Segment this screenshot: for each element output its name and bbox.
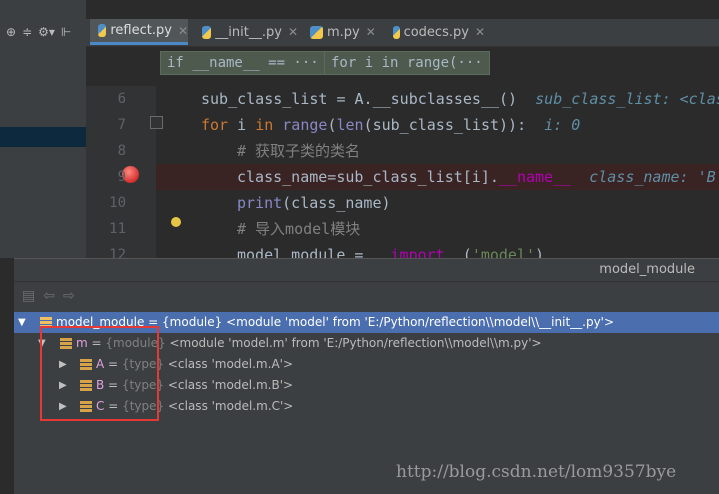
tab-m-py[interactable]: m.py ✕ bbox=[302, 19, 382, 45]
variable-value: <module 'model' from 'E:/Python/reflecti… bbox=[222, 315, 615, 329]
debugger-toolbar: ▤ ⇦ ⇨ bbox=[14, 283, 75, 309]
line-number: 11 bbox=[109, 221, 126, 237]
breadcrumb-if-main[interactable]: if __name__ == ··· bbox=[160, 51, 326, 75]
back-arrow-icon[interactable]: ⇦ bbox=[43, 288, 55, 304]
tab-init-py[interactable]: __init__.py ✕ bbox=[194, 19, 298, 45]
code-line: 8 # 获取子类的类名 bbox=[86, 138, 719, 164]
code-text: for i in range(len(sub_class_list)): i: … bbox=[201, 112, 580, 138]
collapse-icon[interactable]: ⊩ bbox=[61, 25, 71, 39]
inline-value-hint: class_name: 'B' bbox=[589, 168, 719, 186]
code-statement: (class_name) bbox=[282, 194, 391, 212]
project-tree-selected-row[interactable] bbox=[0, 127, 86, 147]
code-line: 11 # 导入model模块 bbox=[86, 216, 719, 242]
variable-value: <module 'model.m' from 'E:/Python/reflec… bbox=[165, 336, 542, 350]
builtin-function: range bbox=[282, 116, 328, 134]
frames-icon[interactable]: ▤ bbox=[22, 288, 35, 304]
code-editor[interactable]: 6 sub_class_list = A.__subclasses__() su… bbox=[86, 86, 719, 264]
line-number: 9 bbox=[117, 169, 126, 185]
forward-arrow-icon[interactable]: ⇨ bbox=[63, 288, 75, 304]
code-text: print(class_name) bbox=[237, 190, 391, 216]
keyword: for bbox=[201, 116, 229, 134]
panel-title: model_module bbox=[599, 262, 695, 277]
code-text: class_name=sub_class_list[i].__name__ cl… bbox=[237, 164, 719, 190]
panel-header: model_module bbox=[14, 259, 719, 282]
python-file-icon bbox=[202, 25, 212, 39]
line-number: 8 bbox=[117, 143, 126, 159]
inline-value-hint: sub_class_list: <clas bbox=[535, 90, 719, 108]
watermark: http://blog.csdn.net/lom9357bye bbox=[396, 462, 677, 482]
code-statement: sub_class_list = A.__subclasses__() bbox=[201, 90, 518, 108]
close-icon[interactable]: ✕ bbox=[288, 25, 298, 39]
close-icon[interactable]: ✕ bbox=[475, 25, 485, 39]
python-file-icon bbox=[393, 25, 400, 39]
globe-icon[interactable]: ⊕ bbox=[6, 25, 16, 39]
variable-value: <class 'model.m.A'> bbox=[163, 357, 294, 371]
code-line: 10 print(class_name) bbox=[86, 190, 719, 216]
expanded-arrow-icon[interactable]: ▼ bbox=[18, 312, 26, 333]
code-comment: # 获取子类的类名 bbox=[237, 142, 361, 160]
tab-label: m.py bbox=[327, 24, 360, 40]
builtin-function: print bbox=[237, 194, 283, 212]
python-file-icon bbox=[98, 24, 107, 37]
inline-value-hint: i: 0 bbox=[544, 116, 581, 134]
builtin-function: len bbox=[336, 116, 364, 134]
code-line: 7 for i in range(len(sub_class_list)): i… bbox=[86, 112, 719, 138]
tab-codecs-py[interactable]: codecs.py ✕ bbox=[385, 19, 485, 45]
line-number: 6 bbox=[117, 91, 126, 107]
keyword: in bbox=[255, 116, 274, 134]
annotation-highlight-box bbox=[40, 326, 159, 421]
close-icon[interactable]: ✕ bbox=[366, 25, 376, 39]
code-statement: class_name=sub_class_list[i]. bbox=[237, 168, 499, 186]
tab-label: reflect.py bbox=[110, 23, 172, 38]
code-statement: (sub_class_list)): bbox=[363, 116, 527, 134]
project-toolbar: ⊕ ≑ ⚙▾ ⊩ bbox=[0, 20, 86, 44]
python-file-icon bbox=[310, 25, 323, 39]
code-comment: # 导入model模块 bbox=[237, 220, 361, 238]
identifier: i bbox=[228, 116, 256, 134]
code-line: 6 sub_class_list = A.__subclasses__() su… bbox=[86, 86, 719, 112]
code-line: 9 class_name=sub_class_list[i].__name__ … bbox=[86, 164, 719, 190]
variable-value: <class 'model.m.C'> bbox=[164, 399, 294, 413]
tab-label: codecs.py bbox=[403, 24, 469, 40]
code-text: sub_class_list = A.__subclasses__() sub_… bbox=[201, 86, 719, 112]
project-panel: ⊕ ≑ ⚙▾ ⊩ bbox=[0, 0, 87, 258]
gear-icon[interactable]: ⚙▾ bbox=[38, 25, 55, 39]
dunder-attribute: __name__ bbox=[498, 168, 572, 186]
variable-type: {module} bbox=[162, 315, 223, 329]
split-icon[interactable]: ≑ bbox=[22, 25, 32, 39]
breadcrumb: if __name__ == ··· for i in range(··· bbox=[154, 48, 719, 78]
line-number: 10 bbox=[109, 195, 126, 211]
variable-value: <class 'model.m.B'> bbox=[164, 378, 294, 392]
tab-reflect-py[interactable]: reflect.py ✕ bbox=[90, 19, 188, 45]
close-icon[interactable]: ✕ bbox=[178, 24, 188, 38]
breadcrumb-for-loop[interactable]: for i in range(··· bbox=[324, 51, 490, 75]
tab-label: __init__.py bbox=[215, 24, 282, 40]
line-number: 7 bbox=[117, 117, 126, 133]
editor-tab-bar: reflect.py ✕ __init__.py ✕ m.py ✕ codecs… bbox=[86, 19, 719, 47]
